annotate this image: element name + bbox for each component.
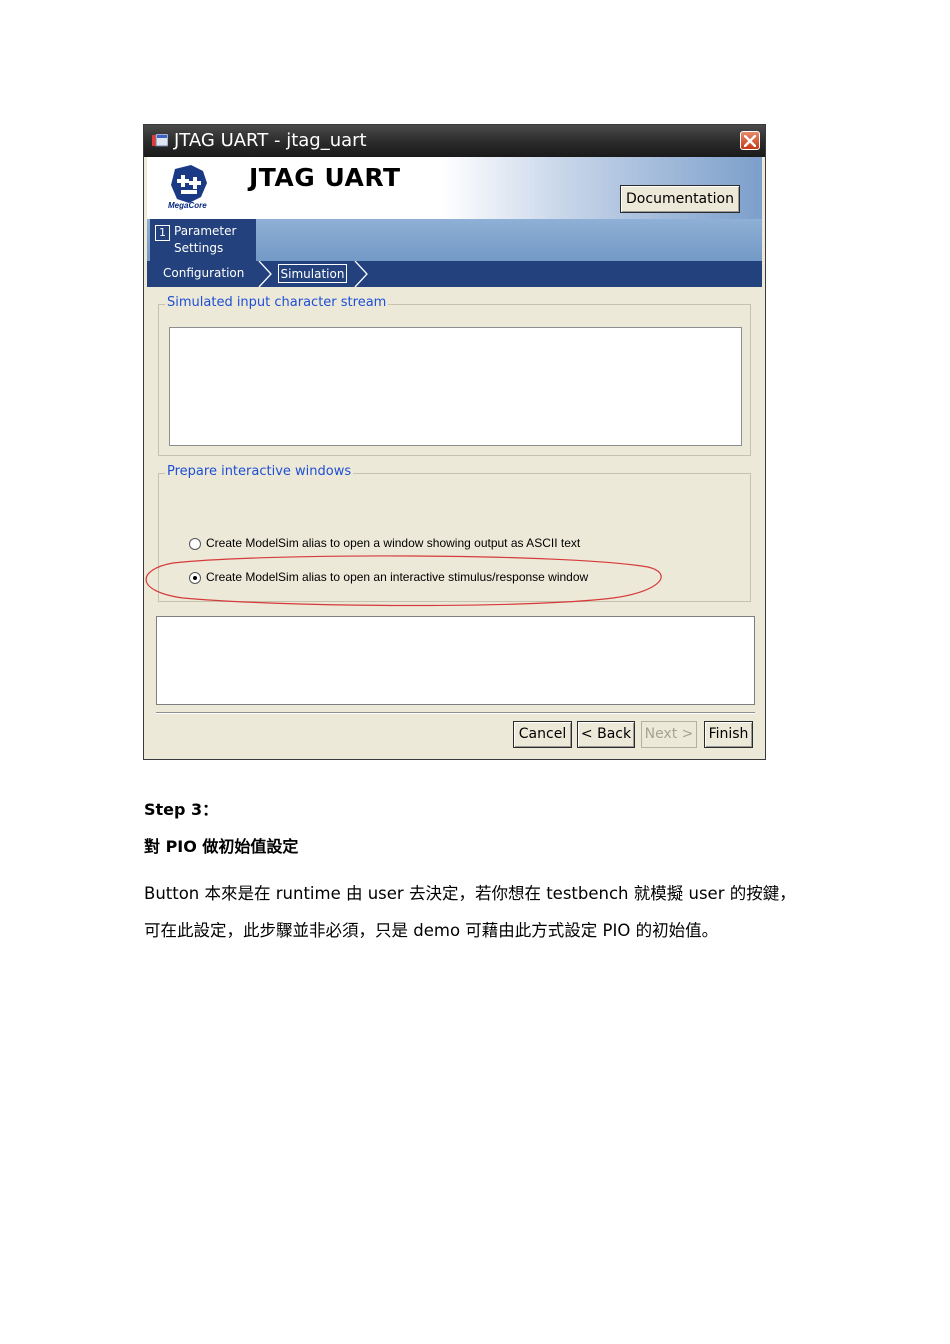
close-icon (744, 135, 756, 147)
interactive-windows-legend: Prepare interactive windows (165, 464, 354, 479)
message-area (156, 616, 755, 705)
wizard-header: MegaCore JTAG UART Documentation (147, 157, 762, 219)
component-title: JTAG UART (249, 163, 401, 192)
button-separator (156, 712, 755, 714)
window-title: JTAG UART - jtag_uart (174, 130, 367, 151)
radio-ascii-output[interactable]: Create ModelSim alias to open a window s… (189, 536, 580, 550)
step-tab-strip: 1 Parameter Settings (147, 219, 762, 262)
tab-step-number: 1 (155, 225, 170, 241)
close-button[interactable] (740, 131, 760, 150)
radio-button-unselected[interactable] (189, 538, 201, 550)
wizard-content: MegaCore JTAG UART Documentation 1 Param… (147, 157, 762, 757)
logo-caption: MegaCore (168, 201, 207, 210)
tab-label-line-2: Settings (174, 241, 224, 255)
back-button[interactable]: < Back (577, 721, 635, 748)
app-window-icon (152, 134, 168, 147)
input-stream-textarea[interactable] (169, 327, 742, 446)
chevron-right-icon (354, 261, 368, 287)
paragraph-line-1: Button 本來是在 runtime 由 user 去決定，若你想在 test… (144, 884, 796, 903)
tab-label-line-1: Parameter (174, 224, 237, 238)
finish-button[interactable]: Finish (704, 721, 753, 748)
wizard-window: JTAG UART - jtag_uart MegaCore JTAG UART… (143, 124, 766, 760)
input-stream-group: Simulated input character stream (158, 295, 751, 456)
red-highlight-ellipse (145, 555, 662, 607)
tab-parameter-settings[interactable]: 1 Parameter Settings (150, 219, 256, 262)
chevron-right-icon (258, 261, 272, 287)
radio-label: Create ModelSim alias to open a window s… (206, 536, 581, 550)
sub-navigation: Configuration Simulation (147, 261, 762, 287)
input-stream-legend: Simulated input character stream (165, 295, 389, 310)
cancel-button[interactable]: Cancel (513, 721, 572, 748)
title-bar: JTAG UART - jtag_uart (144, 125, 765, 157)
section-title: 對 PIO 做初始值設定 (144, 837, 299, 856)
next-button[interactable]: Next > (641, 721, 697, 748)
subnav-simulation[interactable]: Simulation (278, 264, 347, 283)
paragraph-line-2: 可在此設定，此步驟並非必須，只是 demo 可藉由此方式設定 PIO 的初始值。 (144, 921, 719, 940)
subnav-configuration[interactable]: Configuration (163, 266, 244, 280)
step-heading: Step 3： (144, 800, 219, 819)
tab-label: Parameter Settings (174, 223, 236, 257)
documentation-button[interactable]: Documentation (620, 185, 740, 213)
